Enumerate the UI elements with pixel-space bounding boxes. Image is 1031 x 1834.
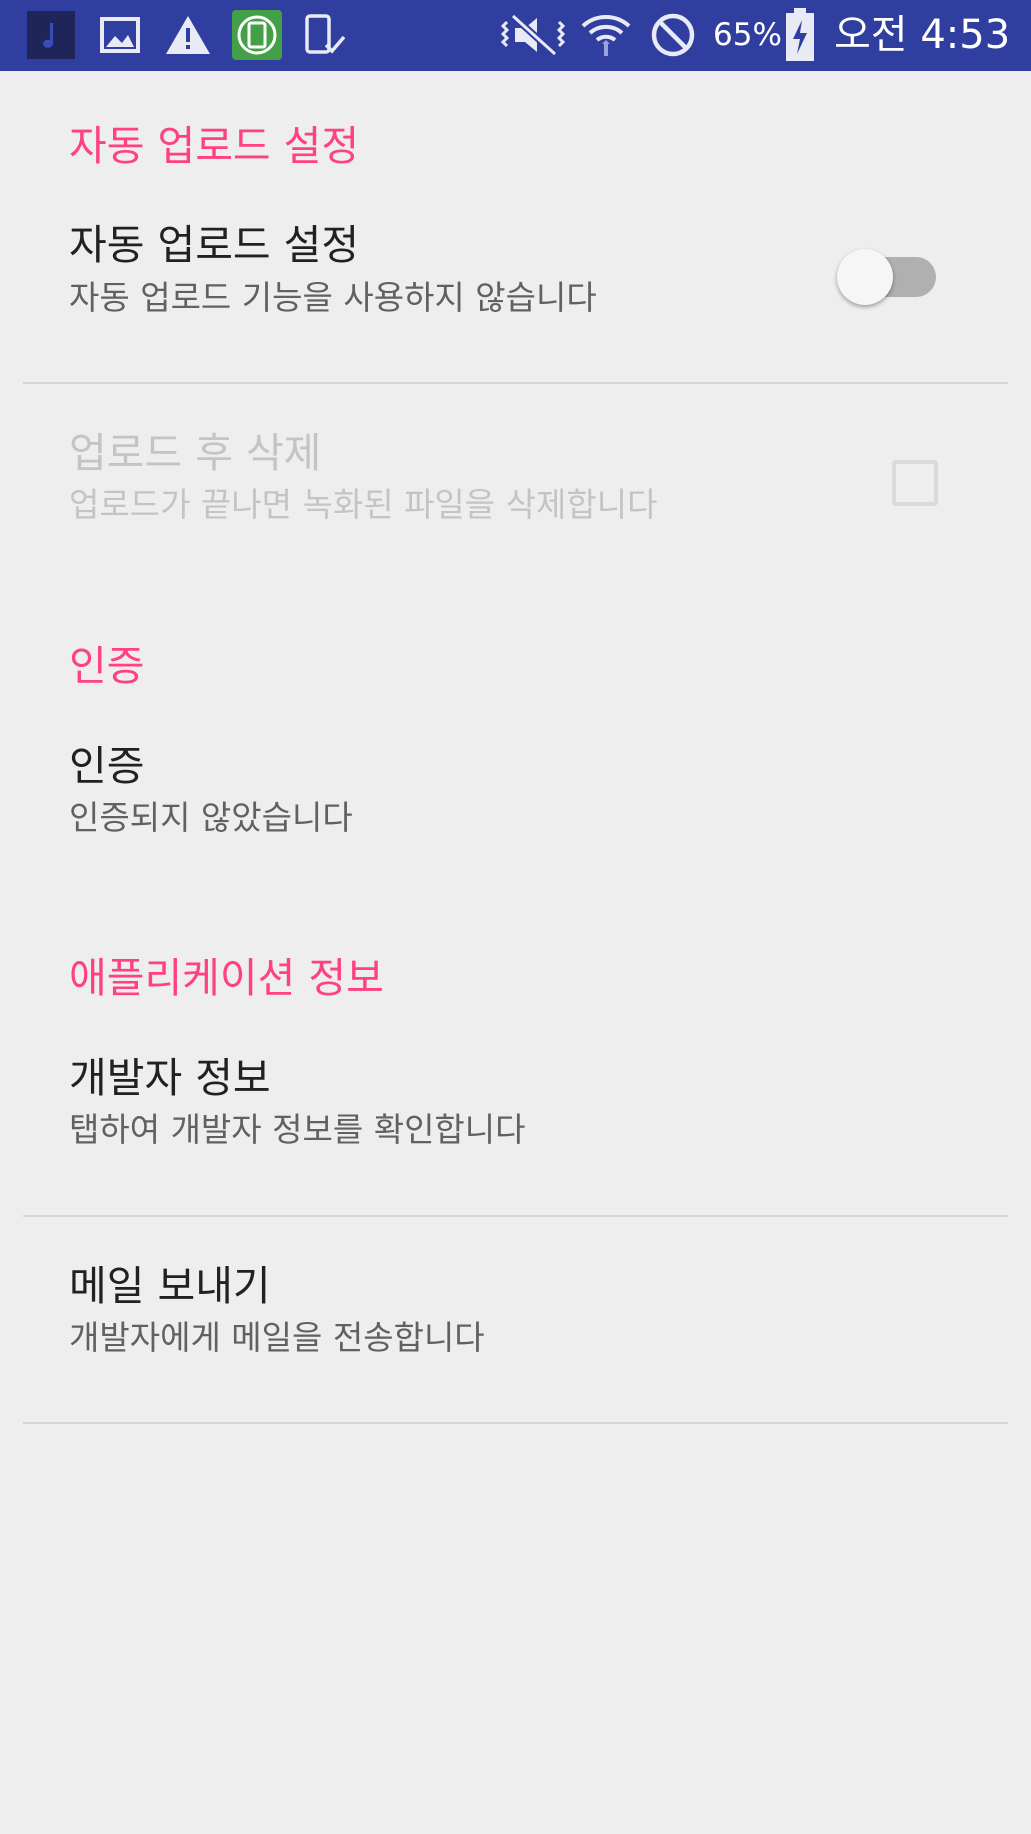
pref-summary: 인증되지 않았습니다 — [69, 798, 353, 837]
category-app-info: 애플리케이션 정보 — [69, 954, 384, 1002]
screen-rotation-icon — [231, 10, 283, 60]
image-icon — [95, 10, 145, 60]
pref-auth[interactable]: 인증 인증되지 않았습니다 — [0, 741, 1031, 911]
pref-title: 인증 — [69, 742, 145, 790]
pref-delete-after-upload: 업로드 후 삭제 업로드가 끝나면 녹화된 파일을 삭제합니다 — [0, 428, 1031, 598]
pref-title: 업로드 후 삭제 — [69, 429, 322, 477]
divider — [23, 1215, 1008, 1217]
pref-title: 메일 보내기 — [69, 1262, 271, 1310]
pref-summary: 업로드가 끝나면 녹화된 파일을 삭제합니다 — [69, 485, 658, 524]
battery-percent: 65% — [713, 17, 782, 53]
wifi-icon — [580, 10, 632, 60]
phone-check-icon — [300, 10, 350, 60]
pref-summary: 개발자에게 메일을 전송합니다 — [69, 1318, 485, 1357]
category-auto-upload: 자동 업로드 설정 — [69, 122, 360, 170]
pref-developer-info[interactable]: 개발자 정보 탭하여 개발자 정보를 확인합니다 — [0, 1053, 1031, 1223]
switch-thumb — [837, 249, 893, 305]
do-not-disturb-icon — [648, 10, 698, 60]
status-bar: 65% 오전 4:53 — [0, 0, 1031, 71]
warning-icon — [163, 10, 213, 60]
pref-send-mail[interactable]: 메일 보내기 개발자에게 메일을 전송합니다 — [0, 1261, 1031, 1431]
pref-summary: 자동 업로드 기능을 사용하지 않습니다 — [69, 278, 597, 317]
divider — [23, 382, 1008, 384]
clock: 오전 4:53 — [834, 12, 1011, 58]
divider — [23, 1422, 1008, 1424]
auto-upload-switch[interactable] — [835, 247, 940, 307]
pref-auto-upload[interactable]: 자동 업로드 설정 자동 업로드 기능을 사용하지 않습니다 — [0, 221, 1031, 391]
pref-summary: 탭하여 개발자 정보를 확인합니다 — [69, 1110, 526, 1149]
category-auth: 인증 — [69, 642, 145, 690]
music-note-icon — [26, 10, 76, 60]
battery-charging-icon — [782, 8, 818, 61]
vibrate-mute-icon — [500, 10, 566, 60]
pref-title: 개발자 정보 — [69, 1054, 271, 1102]
delete-after-upload-checkbox — [892, 460, 938, 506]
pref-title: 자동 업로드 설정 — [69, 221, 360, 269]
